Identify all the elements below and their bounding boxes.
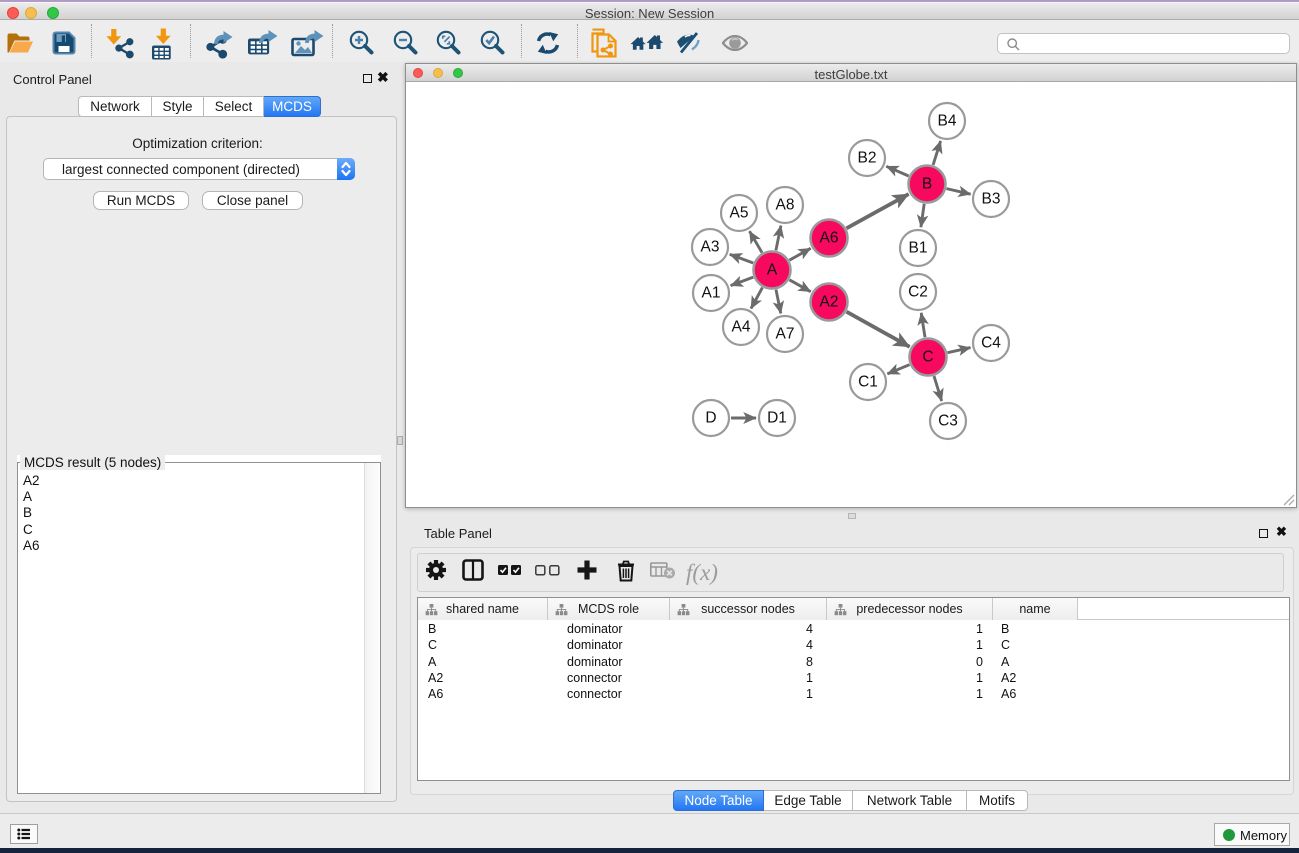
svg-text:D: D: [705, 410, 716, 427]
svg-text:A5: A5: [730, 205, 749, 222]
svg-text:A7: A7: [776, 326, 795, 343]
svg-text:A3: A3: [701, 239, 720, 256]
svg-text:D1: D1: [767, 410, 787, 427]
svg-text:B1: B1: [909, 240, 928, 257]
svg-text:A6: A6: [820, 230, 839, 247]
svg-text:C: C: [922, 349, 933, 366]
svg-text:B3: B3: [982, 191, 1001, 208]
svg-text:C2: C2: [908, 284, 928, 301]
svg-text:C1: C1: [858, 374, 878, 391]
svg-text:A4: A4: [732, 319, 751, 336]
svg-text:A: A: [767, 262, 778, 279]
svg-text:C3: C3: [938, 413, 958, 430]
svg-text:A8: A8: [776, 197, 795, 214]
svg-text:A1: A1: [702, 285, 721, 302]
svg-text:C4: C4: [981, 335, 1001, 352]
svg-text:B4: B4: [938, 113, 957, 130]
svg-text:B: B: [922, 176, 932, 193]
svg-text:A2: A2: [820, 294, 839, 311]
svg-text:B2: B2: [858, 150, 877, 167]
